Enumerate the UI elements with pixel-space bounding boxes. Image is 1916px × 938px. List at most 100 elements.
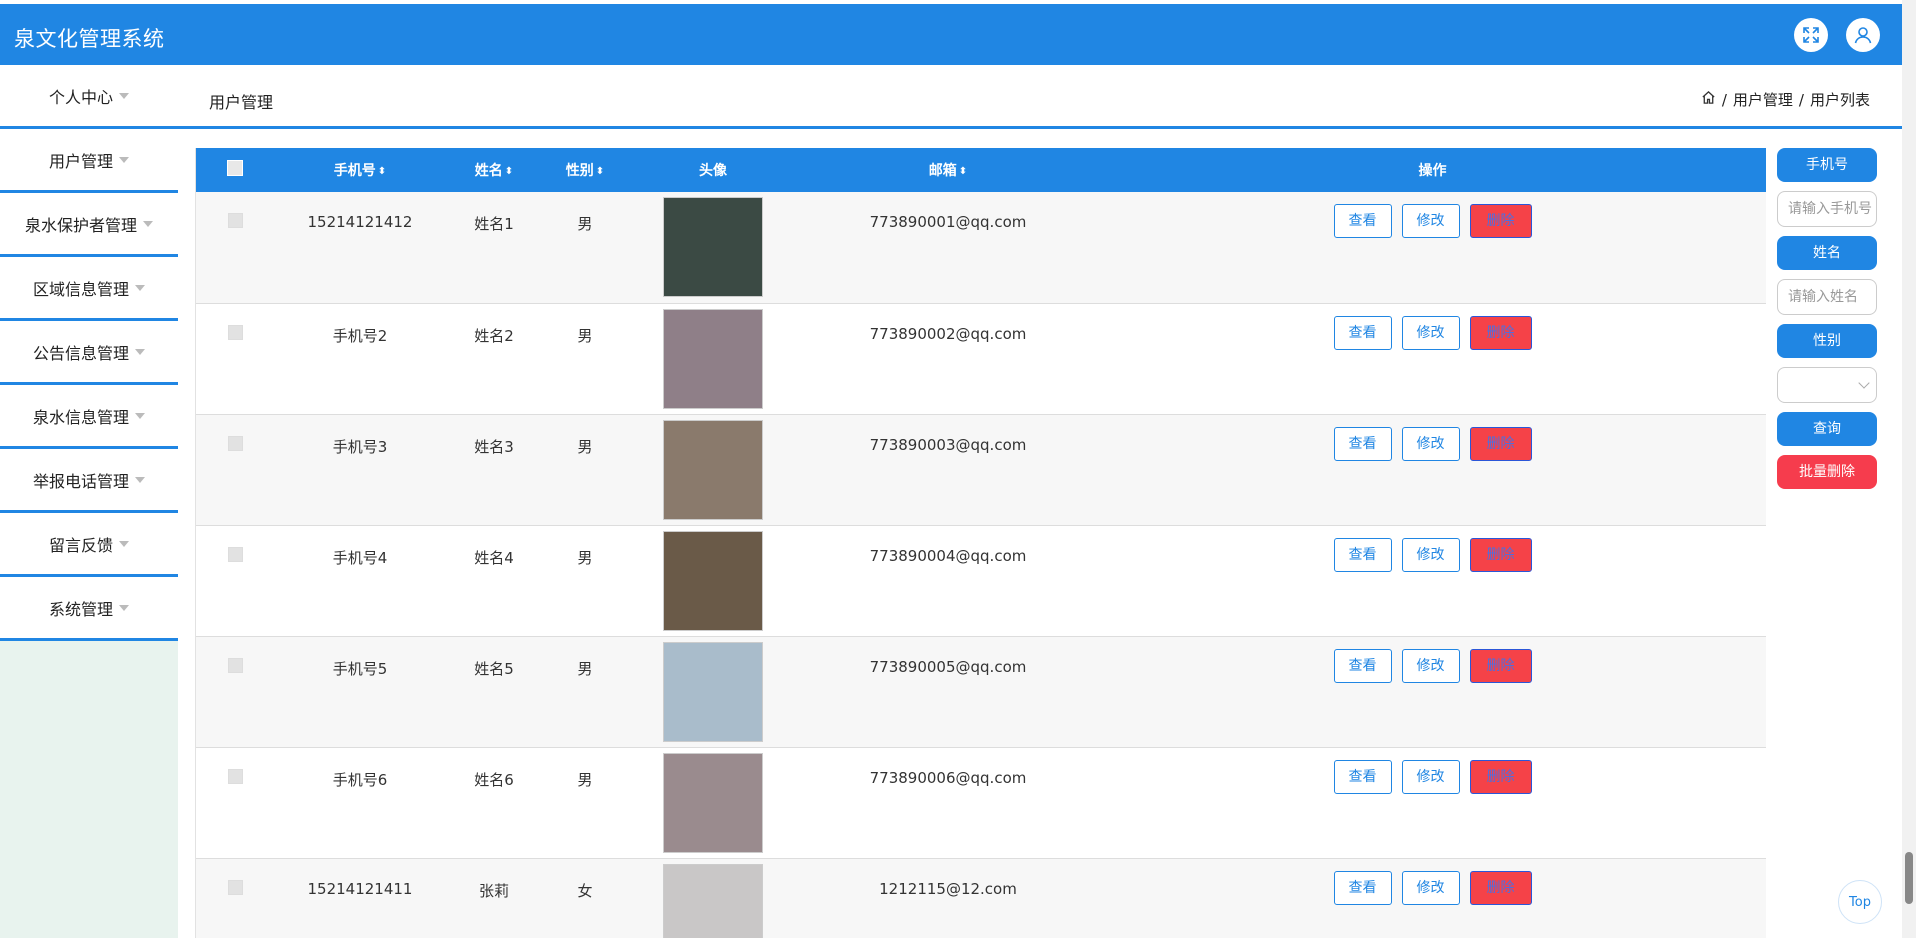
- phone-search-input[interactable]: 请输入手机号: [1777, 191, 1877, 227]
- name-cell: 姓名6: [446, 747, 542, 859]
- row-select-cell[interactable]: [196, 414, 274, 526]
- col-gender-label: 性别: [565, 163, 594, 179]
- table-row: 手机号2 姓名2 男 773890002@qq.com 查看 修改 删除: [196, 303, 1766, 415]
- sidebar-item[interactable]: 个人中心: [0, 65, 178, 129]
- avatar: [663, 863, 763, 938]
- delete-button[interactable]: 删除: [1469, 759, 1532, 794]
- view-button[interactable]: 查看: [1333, 204, 1392, 238]
- sidebar-item-label: 泉水信息管理: [32, 407, 129, 427]
- row-select-cell[interactable]: [196, 636, 274, 748]
- sidebar-item[interactable]: 泉水信息管理: [0, 385, 178, 449]
- user-icon[interactable]: [1846, 18, 1880, 52]
- sort-icon[interactable]: ⬍: [378, 166, 386, 177]
- edit-button[interactable]: 修改: [1401, 537, 1460, 572]
- row-checkbox[interactable]: [227, 879, 243, 895]
- batch-delete-button[interactable]: 批量删除: [1777, 455, 1877, 489]
- phone-cell: 手机号5: [274, 636, 446, 748]
- avatar-cell: [628, 525, 798, 637]
- caret-down-icon: [135, 412, 145, 419]
- sort-icon[interactable]: ⬍: [596, 166, 604, 177]
- delete-button[interactable]: 删除: [1469, 537, 1532, 572]
- edit-button[interactable]: 修改: [1401, 315, 1460, 350]
- phone-cell: 15214121411: [274, 858, 446, 938]
- table-row: 手机号5 姓名5 男 773890005@qq.com 查看 修改 删除: [196, 636, 1766, 748]
- view-button[interactable]: 查看: [1333, 426, 1392, 461]
- row-select-cell[interactable]: [196, 303, 274, 415]
- sidebar-item[interactable]: 系统管理: [0, 577, 178, 641]
- row-checkbox[interactable]: [227, 435, 243, 451]
- edit-button[interactable]: 修改: [1401, 204, 1460, 238]
- view-button[interactable]: 查看: [1333, 537, 1392, 572]
- home-icon[interactable]: [1701, 90, 1716, 109]
- avatar: [663, 197, 763, 297]
- row-select-cell[interactable]: [196, 192, 274, 304]
- view-button[interactable]: 查看: [1333, 759, 1392, 794]
- avatar-cell: [628, 636, 798, 748]
- view-button[interactable]: 查看: [1333, 315, 1392, 350]
- delete-button[interactable]: 删除: [1469, 315, 1532, 350]
- sidebar-item[interactable]: 举报电话管理: [0, 449, 178, 513]
- row-checkbox[interactable]: [227, 768, 243, 784]
- delete-button[interactable]: 删除: [1469, 426, 1532, 461]
- edit-button[interactable]: 修改: [1401, 870, 1460, 905]
- select-all-cell[interactable]: [196, 148, 274, 192]
- email-cell: 773890006@qq.com: [798, 747, 1098, 859]
- caret-down-icon: [119, 92, 129, 99]
- gender-select[interactable]: [1777, 367, 1877, 403]
- row-select-cell[interactable]: [196, 858, 274, 938]
- name-cell: 姓名5: [446, 636, 542, 748]
- actions-cell: 查看 修改 删除: [1098, 858, 1766, 938]
- fullscreen-icon[interactable]: [1794, 18, 1828, 52]
- col-email[interactable]: 邮箱 ⬍: [798, 148, 1098, 192]
- row-select-cell[interactable]: [196, 525, 274, 637]
- table-row: 手机号4 姓名4 男 773890004@qq.com 查看 修改 删除: [196, 525, 1766, 637]
- sidebar-item[interactable]: 公告信息管理: [0, 321, 178, 385]
- edit-button[interactable]: 修改: [1401, 648, 1460, 683]
- avatar-cell: [628, 192, 798, 304]
- phone-filter-label-button[interactable]: 手机号: [1777, 148, 1877, 182]
- delete-button[interactable]: 删除: [1469, 204, 1532, 238]
- name-filter-label-button[interactable]: 姓名: [1777, 236, 1877, 270]
- avatar-cell: [628, 414, 798, 526]
- name-search-input[interactable]: 请输入姓名: [1777, 279, 1877, 315]
- row-checkbox[interactable]: [227, 324, 243, 340]
- gender-filter-label-button[interactable]: 性别: [1777, 324, 1877, 358]
- edit-button[interactable]: 修改: [1401, 759, 1460, 794]
- gender-cell: 男: [542, 525, 628, 637]
- sort-icon[interactable]: ⬍: [505, 166, 513, 177]
- sort-icon[interactable]: ⬍: [959, 166, 967, 177]
- col-phone[interactable]: 手机号 ⬍: [274, 148, 446, 192]
- breadcrumb-user-list: 用户列表: [1809, 91, 1870, 109]
- sidebar-item[interactable]: 泉水保护者管理: [0, 193, 178, 257]
- delete-button[interactable]: 删除: [1469, 648, 1532, 683]
- delete-button[interactable]: 删除: [1469, 870, 1532, 905]
- view-button[interactable]: 查看: [1333, 870, 1392, 905]
- avatar-cell: [628, 858, 798, 938]
- col-phone-label: 手机号: [333, 163, 376, 179]
- sidebar-item-label: 用户管理: [48, 151, 113, 171]
- row-checkbox[interactable]: [227, 546, 243, 562]
- col-gender[interactable]: 性别 ⬍: [542, 148, 628, 192]
- breadcrumb-separator: /: [1798, 90, 1804, 109]
- user-table-container: 手机号 ⬍ 姓名 ⬍ 性别 ⬍ 头像 邮箱 ⬍ 操作 15214121412 姓名1 男 77…: [195, 148, 1766, 938]
- scrollbar[interactable]: [1902, 0, 1916, 938]
- col-name[interactable]: 姓名 ⬍: [446, 148, 542, 192]
- view-button[interactable]: 查看: [1333, 648, 1392, 683]
- table-row: 手机号3 姓名3 男 773890003@qq.com 查看 修改 删除: [196, 414, 1766, 526]
- edit-button[interactable]: 修改: [1401, 426, 1460, 461]
- back-to-top-button[interactable]: Top: [1838, 880, 1882, 924]
- scrollbar-thumb[interactable]: [1905, 852, 1913, 904]
- row-checkbox[interactable]: [227, 213, 243, 228]
- name-cell: 姓名3: [446, 414, 542, 526]
- sidebar-item[interactable]: 区域信息管理: [0, 257, 178, 321]
- name-cell: 姓名2: [446, 303, 542, 415]
- breadcrumb: / 用户管理 / 用户列表: [1701, 89, 1870, 110]
- row-checkbox[interactable]: [227, 657, 243, 673]
- sidebar-item[interactable]: 留言反馈: [0, 513, 178, 577]
- avatar: [663, 641, 763, 742]
- sidebar-item[interactable]: 用户管理: [0, 129, 178, 193]
- select-all-checkbox[interactable]: [227, 160, 243, 176]
- row-select-cell[interactable]: [196, 747, 274, 859]
- breadcrumb-user-manage[interactable]: 用户管理: [1733, 89, 1793, 110]
- query-button[interactable]: 查询: [1777, 412, 1877, 446]
